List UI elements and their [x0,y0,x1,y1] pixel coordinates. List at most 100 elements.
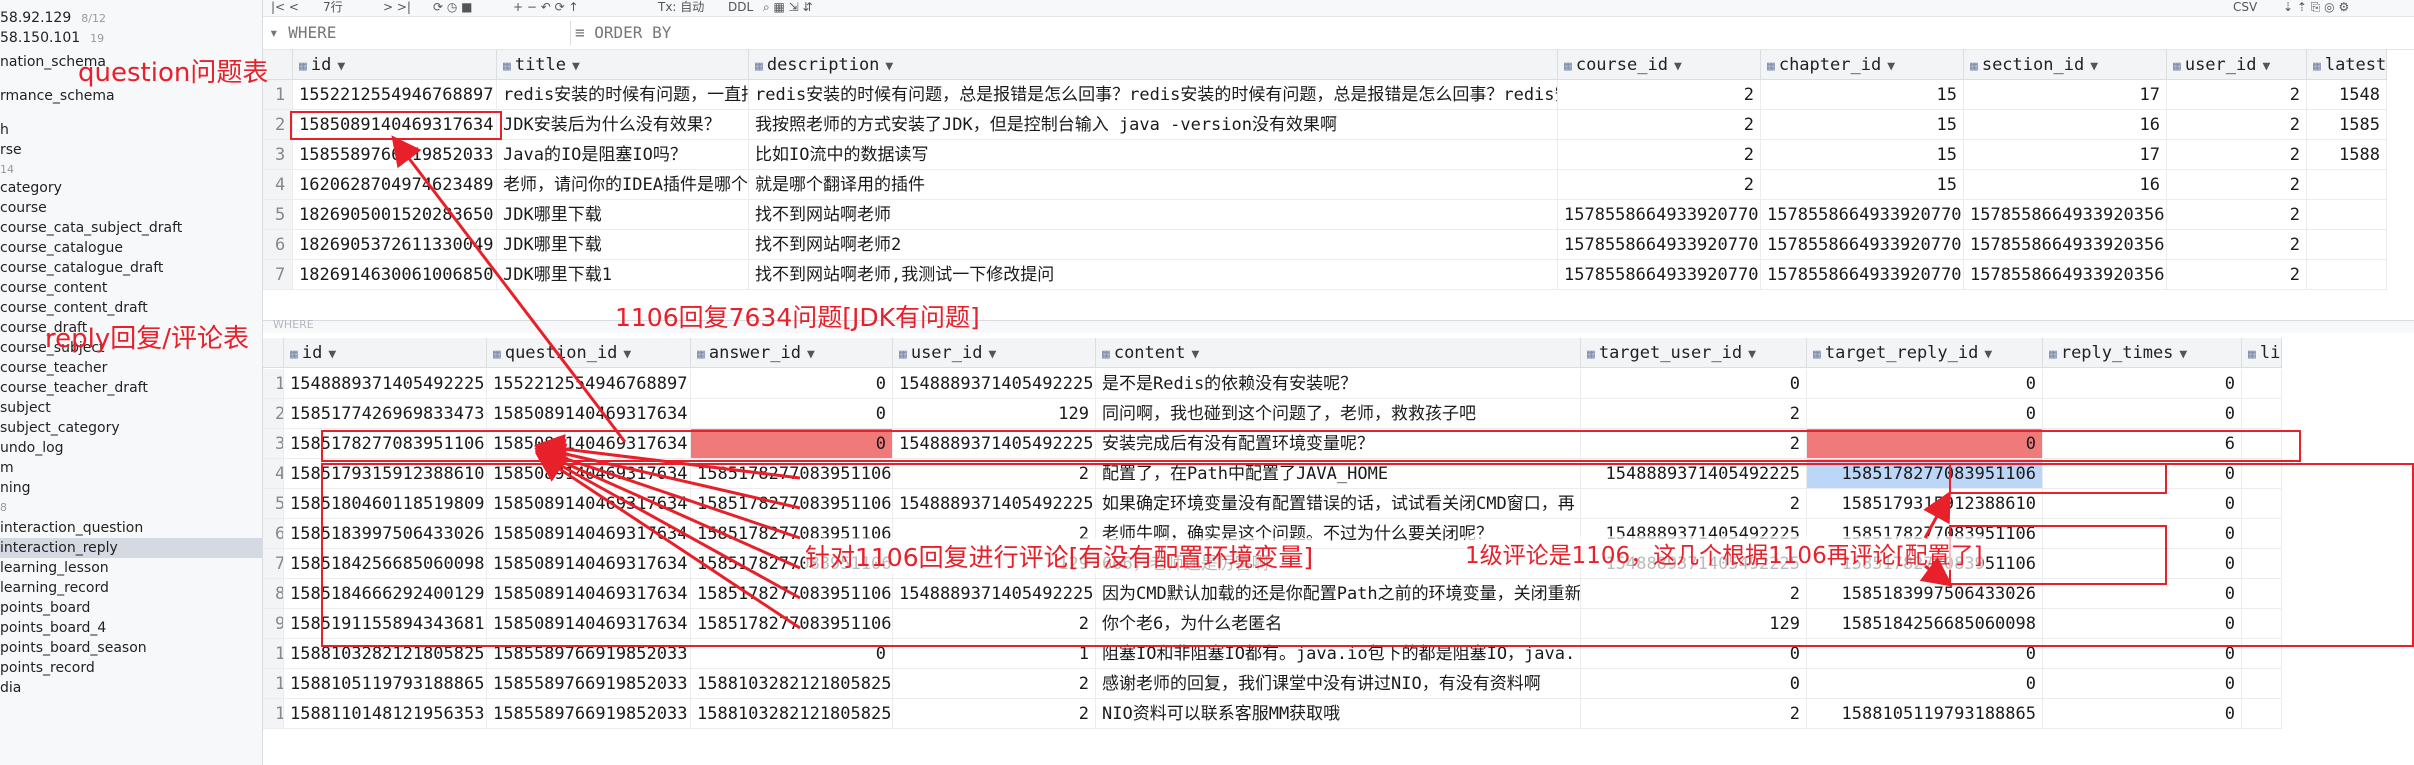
column-header-content[interactable]: ▦ content ▼ [1096,338,1581,368]
sidebar-item[interactable]: category [0,178,62,198]
table-cell[interactable]: 1548889371405492225 [893,579,1096,609]
table-cell[interactable] [2242,639,2282,669]
table-cell[interactable]: 0 [691,369,893,399]
filter-icon[interactable]: ▼ [1191,347,1199,362]
table-cell[interactable]: 就是哪个翻译用的插件 [749,170,1558,200]
table-cell[interactable]: 1585589766919852033 [487,639,691,669]
sidebar-item[interactable]: learning_record [0,578,109,598]
column-header-answer-id[interactable]: ▦ answer_id ▼ [691,338,893,368]
sidebar-item[interactable]: learning_lesson [0,558,109,578]
rows-count[interactable]: 7行 [323,0,343,14]
table-cell[interactable]: 16 [1964,170,2167,200]
table-cell[interactable]: JDK哪里下载 [497,230,749,260]
table-cell[interactable] [2242,399,2282,429]
table-cell[interactable]: 15 [1761,140,1964,170]
table-cell[interactable]: 0 [691,639,893,669]
table-cell[interactable] [2307,200,2387,230]
table-cell[interactable]: 2 [1581,429,1807,459]
table-cell[interactable]: 1548 [2307,80,2387,110]
table-cell[interactable]: 安装完成后有没有配置环境变量呢？ [1096,429,1581,459]
table-cell[interactable]: 2 [893,669,1096,699]
table-cell[interactable]: 阻塞IO和非阻塞IO都有。java.io包下的都是阻塞IO，java. [1096,639,1581,669]
table-cell[interactable]: 找不到网站啊老师,我测试一下修改提问 [749,260,1558,290]
table-cell[interactable] [2307,260,2387,290]
sidebar-item[interactable]: interaction_question [0,518,143,538]
table-cell[interactable]: 1585183997506433026 [284,519,487,549]
column-header-description[interactable]: ▦ description ▼ [749,50,1558,80]
table-cell[interactable]: 同问啊，我也碰到这个问题了，老师，救救孩子吧 [1096,399,1581,429]
table-cell[interactable]: 1578558664933920356 [1964,230,2167,260]
column-header-id[interactable]: ▦ id ▼ [293,50,497,80]
row-number[interactable]: 2 [263,110,293,140]
table-cell[interactable]: 1548889371405492225 [893,489,1096,519]
table-cell[interactable]: 0 [2043,639,2242,669]
table-cell[interactable]: 0 [1807,639,2043,669]
table-cell[interactable]: 1578558664933920770 [1558,260,1761,290]
table-cell[interactable]: 2 [1558,80,1761,110]
sidebar-item[interactable]: subject_category [0,418,120,438]
search-icon[interactable]: ⌕ ▦ ⇲ ⇵ [763,0,813,14]
table-cell[interactable]: 1578558664933920356 [1964,260,2167,290]
table-cell[interactable]: JDK哪里下载1 [497,260,749,290]
table-cell[interactable] [2242,579,2282,609]
table-cell[interactable]: 1585 [2307,110,2387,140]
table-cell[interactable]: 1585178277083951106 [691,489,893,519]
table-cell[interactable]: 因为CMD默认加载的还是你配置Path之前的环境变量，关闭重新 [1096,579,1581,609]
table-cell[interactable]: 1585089140469317634 [487,459,691,489]
table-cell[interactable] [2242,699,2282,729]
table-cell[interactable] [2242,369,2282,399]
where-input[interactable]: ▾ WHERE [269,23,336,42]
table-cell[interactable]: 1552212554946768897 [487,369,691,399]
ddl-button[interactable]: DDL [728,0,753,14]
filter-icon[interactable]: ▼ [1887,59,1895,74]
table-cell[interactable]: 2 [1581,579,1807,609]
tx-mode[interactable]: Tx: 自动 [658,0,704,14]
refresh-icon[interactable]: ⟳ ◷ ■ [433,0,473,14]
table-cell[interactable] [2242,519,2282,549]
table-cell[interactable]: 1578558664933920770 [1761,230,1964,260]
table-cell[interactable]: 15 [1761,110,1964,140]
table-cell[interactable]: 1585191155894343681 [284,609,487,639]
column-header-latest[interactable]: ▦latest▼ [2307,50,2387,80]
table-cell[interactable]: 1585089140469317634 [487,579,691,609]
table-cell[interactable]: 0 [1581,369,1807,399]
row-number[interactable]: 4 [263,170,293,200]
table-cell[interactable]: 15 [1761,80,1964,110]
table-cell[interactable]: 1585180460118519809 [284,489,487,519]
table-cell[interactable] [2242,489,2282,519]
table-cell[interactable]: 2 [1558,140,1761,170]
column-header-target-user-id[interactable]: ▦ target_user_id ▼ [1581,338,1807,368]
table-cell[interactable]: 2 [2167,170,2307,200]
row-number[interactable]: 3 [263,429,284,459]
table-cell[interactable]: 1826905001520283650 [293,200,497,230]
export-icon[interactable]: ⇣ ⇡ ⎘ ◎ ⚙ [2283,0,2349,14]
filter-icon[interactable]: ▼ [572,59,580,74]
table-cell[interactable]: 2 [2167,110,2307,140]
table-cell[interactable]: 找不到网站啊老师2 [749,230,1558,260]
sidebar-item[interactable]: 8 [0,498,7,518]
column-header-chapter-id[interactable]: ▦ chapter_id ▼ [1761,50,1964,80]
filter-icon[interactable]: ▼ [807,347,815,362]
table-cell[interactable]: 1588103282121805825 [691,699,893,729]
table-cell[interactable]: 1578558664933920770 [1761,200,1964,230]
filter-icon[interactable]: ▼ [337,59,345,74]
sidebar-item[interactable]: ning [0,478,31,498]
table-cell[interactable]: 1585178277083951106 [1807,459,2043,489]
table-cell[interactable]: JDK安装后为什么没有效果？ [497,110,749,140]
table-cell[interactable]: 2 [2167,80,2307,110]
table-cell[interactable]: 0 [2043,579,2242,609]
sidebar-item[interactable]: dia [0,678,21,698]
table-cell[interactable]: 2 [1581,399,1807,429]
sidebar-item[interactable]: points_board [0,598,90,618]
table-cell[interactable]: 1585089140469317634 [487,609,691,639]
table-cell[interactable]: 2 [1581,699,1807,729]
sidebar-item[interactable]: course_catalogue [0,238,123,258]
filter-icon[interactable]: ▼ [2179,347,2187,362]
column-header-user-id[interactable]: ▦ user_id ▼ [893,338,1096,368]
table-cell[interactable]: 1585178277083951106 [691,609,893,639]
table-cell[interactable]: 0 [1581,639,1807,669]
table-cell[interactable]: 16 [1964,110,2167,140]
sidebar-item[interactable]: points_record [0,658,95,678]
sidebar-item[interactable]: course [0,198,47,218]
table-cell[interactable]: 1585089140469317634 [487,489,691,519]
